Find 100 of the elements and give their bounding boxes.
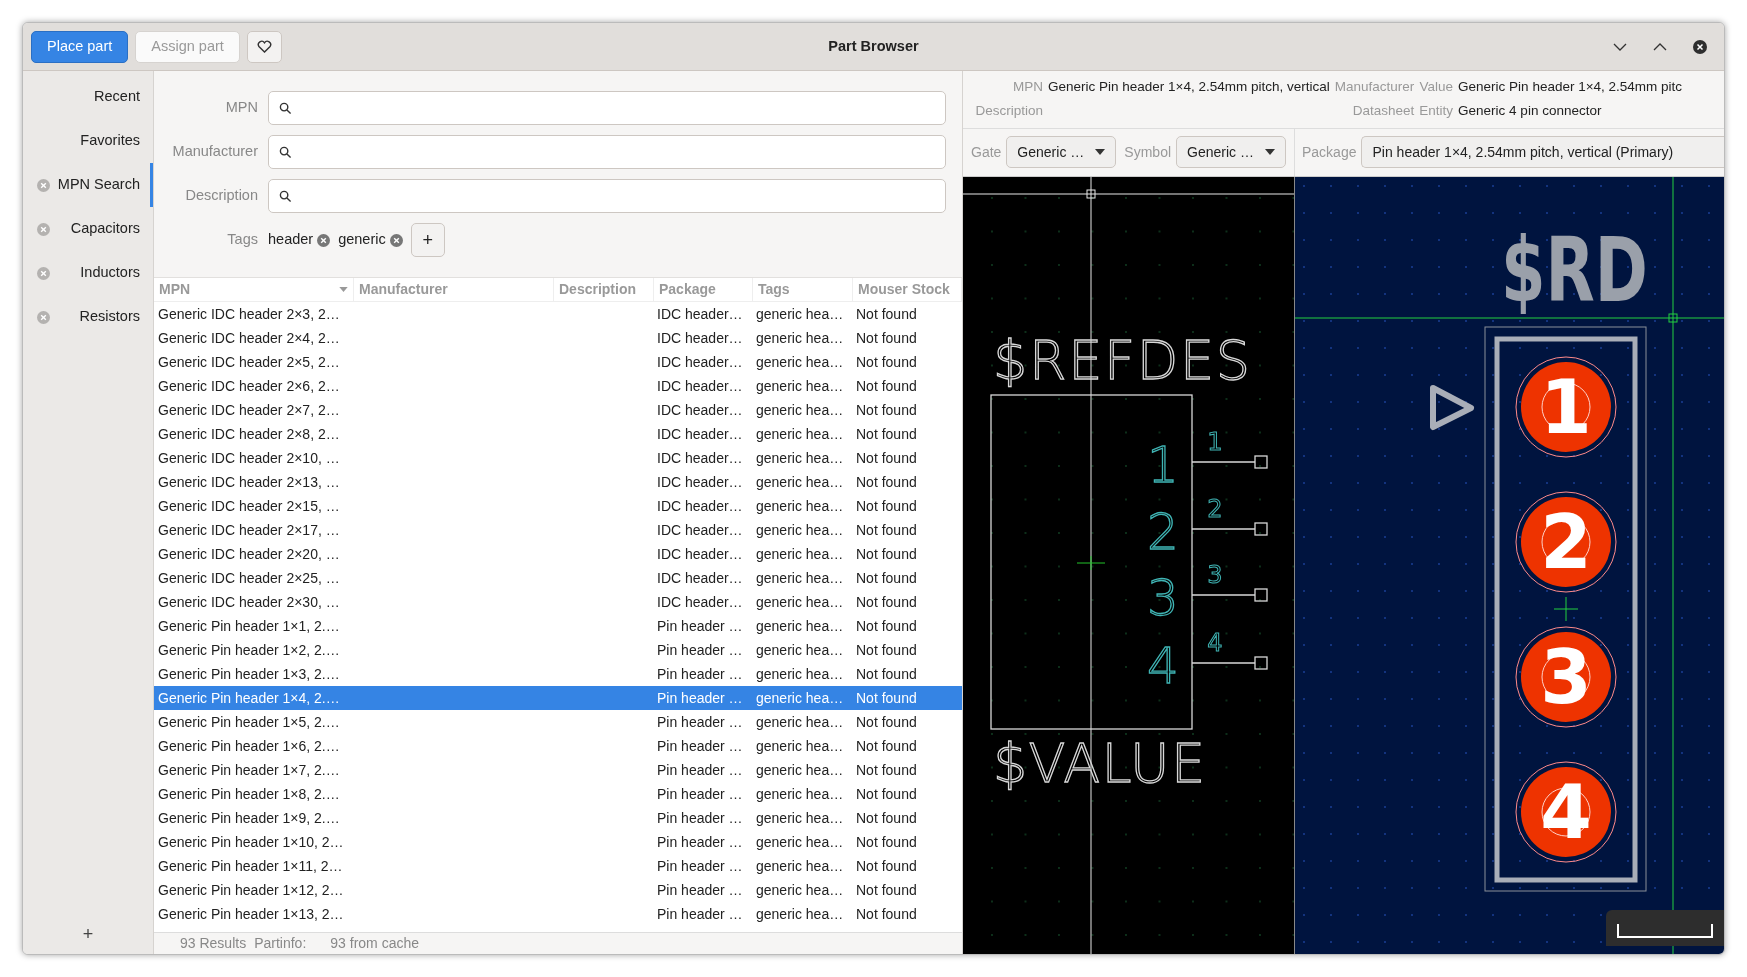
add-tag-button[interactable]: + (410, 223, 445, 257)
table-cell-text: Not found (855, 496, 918, 516)
table-row[interactable]: Generic IDC header 2×4, 2… IDC header… generic hea… Not found (154, 326, 962, 350)
detail-label: MPN (1012, 78, 1043, 96)
symbol-dropdown[interactable]: Generic … (1176, 136, 1287, 168)
table-cell-text: Generic Pin header 1×1, 2.… (157, 616, 341, 636)
table-row[interactable]: Generic Pin header 1×5, 2.… Pin header … generic hea… Not found (154, 710, 962, 734)
table-cell-text: Pin header … (656, 904, 744, 924)
table-cell-text: generic hea… (755, 472, 845, 492)
table-row[interactable]: Generic IDC header 2×15, … IDC header… generic hea… Not found (154, 494, 962, 518)
table-row[interactable]: Generic IDC header 2×10, … IDC header… generic hea… Not found (154, 446, 962, 470)
table-row[interactable]: Generic Pin header 1×3, 2.… Pin header … generic hea… Not found (154, 662, 962, 686)
table-row[interactable]: Generic Pin header 1×10, 2… Pin header … generic hea… Not found (154, 830, 962, 854)
table-row[interactable]: Generic IDC header 2×25, … IDC header… generic hea… Not found (154, 566, 962, 590)
package-dropdown[interactable]: Pin header 1×4, 2.54mm pitch, vertical (Primary) (1361, 136, 1724, 168)
table-row[interactable]: Generic Pin header 1×8, 2.… Pin header … generic hea… Not found (154, 782, 962, 806)
table-row[interactable]: Generic Pin header 1×1, 2.… Pin header … generic hea… Not found (154, 614, 962, 638)
caret-icon (1095, 149, 1106, 155)
search-field[interactable] (268, 91, 946, 125)
table-cell-text: IDC header… (656, 568, 744, 588)
table-cell-text: generic hea… (755, 304, 845, 324)
sidebar-item[interactable]: Inductors (23, 251, 153, 295)
table-cell-text: Not found (855, 784, 918, 804)
place-part-button[interactable]: Place part (31, 30, 129, 63)
pin-name: 3 (1147, 568, 1179, 627)
table-cell-text: Generic Pin header 1×4, 2.… (157, 688, 341, 708)
pin-one-triangle (1430, 384, 1474, 430)
add-button[interactable]: + (74, 921, 102, 948)
pad: 2 (1515, 491, 1617, 592)
table-row[interactable]: Generic IDC header 2×5, 2… IDC header… generic hea… Not found (154, 350, 962, 374)
sidebar-label: Capacitors (70, 219, 140, 239)
detail-label: Value (1419, 78, 1454, 96)
pin-name: 4 (1147, 636, 1179, 695)
table-cell-text: Generic IDC header 2×13, … (157, 472, 341, 492)
table-row[interactable]: Generic IDC header 2×17, … IDC header… generic hea… Not found (154, 518, 962, 542)
sidebar-item[interactable]: Favorites (23, 119, 153, 163)
pad: 4 (1515, 761, 1617, 862)
field-label: Description (184, 186, 259, 206)
table-cell-text: Not found (855, 712, 918, 732)
close-icon[interactable] (389, 233, 403, 247)
detail-label: Datasheet (1351, 102, 1415, 121)
pin-number: 4 (1207, 628, 1223, 657)
table-cell-text: Not found (855, 592, 918, 612)
table-cell-text: Not found (855, 328, 918, 348)
search-field[interactable] (268, 179, 946, 213)
sidebar-item[interactable]: Resistors (23, 295, 153, 339)
table-cell-text: Pin header … (656, 664, 744, 684)
close-icon[interactable] (37, 266, 50, 280)
table-row[interactable]: Generic Pin header 1×6, 2.… Pin header … generic hea… Not found (154, 734, 962, 758)
sidebar-label: MPN Search (57, 175, 140, 195)
table-row[interactable]: Generic IDC header 2×13, … IDC header… generic hea… Not found (154, 470, 962, 494)
sidebar-item[interactable]: MPN Search (23, 163, 153, 207)
table-cell-text: generic hea… (755, 712, 845, 732)
close-icon[interactable] (37, 178, 50, 192)
table-cell-text: generic hea… (755, 736, 845, 756)
close-icon (1693, 39, 1707, 54)
sidebar-item[interactable]: Capacitors (23, 207, 153, 251)
table-cell-text: Generic Pin header 1×11, 2… (157, 856, 344, 876)
table-row[interactable]: Generic Pin header 1×9, 2.… Pin header … generic hea… Not found (154, 806, 962, 830)
sidebar-item[interactable]: Recent (23, 75, 153, 119)
table-cell-text: Pin header … (656, 856, 744, 876)
table-cell-text: IDC header… (656, 304, 744, 324)
table-cell-text: Generic IDC header 2×10, … (157, 448, 341, 468)
table-cell-text: Generic IDC header 2×17, … (157, 520, 341, 540)
table-cell-text: generic hea… (755, 640, 845, 660)
gate-dropdown[interactable]: Generic … (1006, 136, 1117, 168)
table-cell-text: Pin header … (656, 712, 744, 732)
favorite-button[interactable] (246, 30, 282, 63)
table-row[interactable]: Generic Pin header 1×4, 2.… Pin header … generic hea… Not found (154, 686, 962, 710)
table-cell-text: generic hea… (755, 808, 845, 828)
tag-label: generic (338, 230, 386, 250)
table-row[interactable]: Generic IDC header 2×6, 2… IDC header… generic hea… Not found (154, 374, 962, 398)
table-cell-text: Not found (855, 856, 918, 876)
detail-value: Generic Pin header 1×4, 2.54mm pitc (1458, 78, 1684, 96)
refdes-label: $RD (1501, 217, 1648, 322)
table-cell-text: Pin header … (656, 688, 744, 708)
table-row[interactable]: Generic Pin header 1×2, 2.… Pin header … generic hea… Not found (154, 638, 962, 662)
close-icon[interactable] (317, 233, 331, 247)
table-cell-text: IDC header… (656, 448, 744, 468)
table-row[interactable]: Generic IDC header 2×3, 2… IDC header… generic hea… Not found (154, 302, 962, 326)
close-icon[interactable] (37, 310, 50, 324)
tag-label: header (268, 230, 314, 250)
close-icon[interactable] (37, 222, 50, 236)
pin-number: 3 (1207, 560, 1223, 589)
table-cell-text: Not found (855, 664, 918, 684)
table-row[interactable]: Generic IDC header 2×30, … IDC header… generic hea… Not found (154, 590, 962, 614)
table-cell-text: Generic Pin header 1×5, 2.… (157, 712, 341, 732)
table-cell-text: Not found (855, 448, 918, 468)
table-row[interactable]: Generic Pin header 1×12, 2… Pin header … generic hea… Not found (154, 878, 962, 902)
table-cell-text: Not found (855, 688, 918, 708)
table-cell-text: IDC header… (656, 520, 744, 540)
pin-number: 2 (1207, 494, 1223, 523)
table-row[interactable]: Generic Pin header 1×7, 2.… Pin header … generic hea… Not found (154, 758, 962, 782)
table-row[interactable]: Generic IDC header 2×7, 2… IDC header… generic hea… Not found (154, 398, 962, 422)
table-row[interactable]: Generic Pin header 1×11, 2… Pin header … generic hea… Not found (154, 854, 962, 878)
search-field[interactable] (268, 135, 946, 169)
table-row[interactable]: Generic IDC header 2×20, … IDC header… generic hea… Not found (154, 542, 962, 566)
table-row[interactable]: Generic Pin header 1×13, 2… Pin header … generic hea… Not found (154, 902, 962, 926)
table-cell-text: generic hea… (755, 520, 845, 540)
table-row[interactable]: Generic IDC header 2×8, 2… IDC header… generic hea… Not found (154, 422, 962, 446)
